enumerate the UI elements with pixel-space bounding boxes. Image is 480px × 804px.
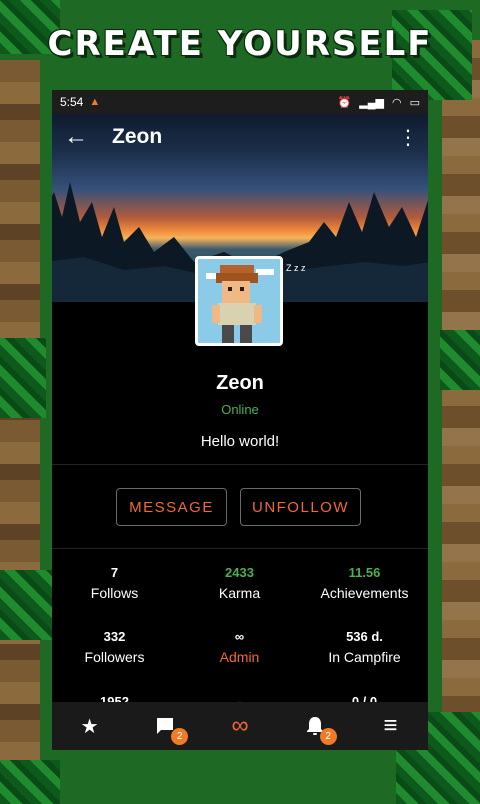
stat-karma[interactable]: 2433 Karma <box>177 565 302 601</box>
avatar-pixel-character <box>198 259 280 343</box>
nav-notifications[interactable]: 2 <box>278 702 353 750</box>
stat-label: In Campfire <box>328 649 401 665</box>
flame-icon: ▲ <box>89 96 101 108</box>
divider <box>52 548 428 549</box>
stat-value: 536 d. <box>346 629 383 644</box>
toolbar: ← Zeon ⋮ <box>52 114 428 160</box>
nav-favorites[interactable]: ★ <box>52 702 127 750</box>
unfollow-button[interactable]: UNFOLLOW <box>240 488 361 526</box>
status-bar: 5:54 ▲ ⏰ ▂▄▆ ◠ ▭ <box>52 90 428 114</box>
stat-label: Followers <box>84 649 145 665</box>
stat-value: 2433 <box>225 565 254 580</box>
alarm-icon: ⏰ <box>337 96 352 109</box>
infinity-icon: ∞ <box>231 712 249 739</box>
leaves-decoration <box>440 330 480 390</box>
stat-followers[interactable]: 332 Followers <box>52 629 177 665</box>
chat-badge: 2 <box>171 728 189 745</box>
leaves-decoration <box>0 760 60 804</box>
stat-value: 11.56 <box>348 565 381 580</box>
phone-screen: 5:54 ▲ ⏰ ▂▄▆ ◠ ▭ ← Zeon ⋮ Z z z Zeon Onl… <box>52 90 428 750</box>
leaves-decoration <box>0 338 46 418</box>
nav-campfire[interactable]: ∞ <box>202 702 277 750</box>
stat-value: ∞ <box>234 629 245 644</box>
stat-achievements[interactable]: 11.56 Achievements <box>302 565 427 601</box>
leaves-decoration <box>0 570 58 640</box>
stat-value: 332 <box>103 629 126 644</box>
status-time: 5:54 <box>60 95 84 109</box>
arrow-left-icon[interactable]: ← <box>60 121 92 153</box>
signal-icon: ▂▄▆ <box>359 96 384 109</box>
battery-icon: ▭ <box>409 96 420 109</box>
nav-menu[interactable]: ≡ <box>353 702 428 750</box>
notification-badge: 2 <box>319 728 337 745</box>
bottom-navigation: ★ 2 ∞ 2 ≡ <box>52 702 428 750</box>
profile-status: Online <box>221 402 259 417</box>
stat-admin[interactable]: ∞ Admin <box>177 629 302 665</box>
more-vert-icon[interactable]: ⋮ <box>396 125 420 150</box>
stat-label: Karma <box>218 585 261 601</box>
stat-label: Follows <box>90 585 139 601</box>
profile-bio: Hello world! <box>200 433 280 450</box>
tree-trunk-left <box>0 60 40 804</box>
stat-label: Achievements <box>320 585 409 601</box>
toolbar-title: Zeon <box>112 125 163 148</box>
star-icon: ★ <box>80 715 99 738</box>
avatar[interactable] <box>195 256 283 346</box>
stat-value: 7 <box>110 565 119 580</box>
profile-name: Zeon <box>216 372 264 394</box>
divider <box>52 464 428 465</box>
sleep-indicator: Z z z <box>286 263 306 273</box>
nav-chats[interactable]: 2 <box>127 702 202 750</box>
message-button[interactable]: MESSAGE <box>116 488 227 526</box>
stat-follows[interactable]: 7 Follows <box>52 565 177 601</box>
stat-campfire[interactable]: 536 d. In Campfire <box>302 629 427 665</box>
tree-trunk-right <box>442 40 480 804</box>
wifi-icon: ◠ <box>391 96 402 109</box>
menu-icon: ≡ <box>383 712 398 739</box>
stat-label: Admin <box>219 649 260 665</box>
promo-title: CREATE YOURSELF <box>47 24 433 64</box>
